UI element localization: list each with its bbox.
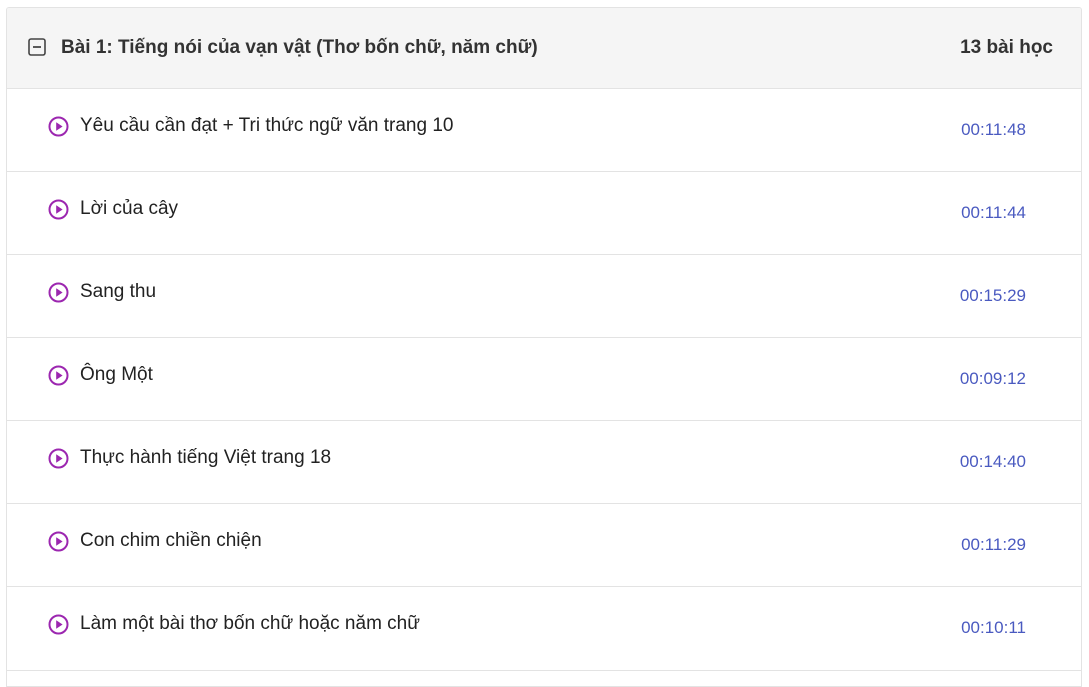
lesson-title[interactable]: Làm một bài thơ bốn chữ hoặc năm chữ — [80, 612, 420, 636]
play-circle-icon — [48, 116, 69, 137]
lesson-title[interactable]: Con chim chiền chiện — [80, 529, 262, 553]
section-header[interactable]: Bài 1: Tiếng nói của vạn vật (Thơ bốn ch… — [7, 8, 1081, 89]
lesson-count: 13 bài học — [960, 37, 1053, 58]
lesson-row[interactable]: Ông Một 00:09:12 — [7, 338, 1081, 421]
lesson-row[interactable]: Yêu cầu cần đạt + Tri thức ngữ văn trang… — [7, 89, 1081, 172]
play-circle-icon — [48, 614, 69, 635]
lesson-title[interactable]: Thực hành tiếng Việt trang 18 — [80, 446, 331, 470]
lesson-title[interactable]: Ông Một — [80, 363, 153, 387]
lesson-row[interactable]: Lời của cây 00:11:44 — [7, 172, 1081, 255]
lesson-row[interactable]: Sang thu 00:15:29 — [7, 255, 1081, 338]
section-title: Bài 1: Tiếng nói của vạn vật (Thơ bốn ch… — [61, 37, 538, 58]
play-circle-icon — [48, 365, 69, 386]
lesson-row[interactable]: Con chim chiền chiện 00:11:29 — [7, 504, 1081, 587]
play-circle-icon — [48, 282, 69, 303]
play-circle-icon — [48, 199, 69, 220]
lesson-duration: 00:15:29 — [959, 286, 1026, 305]
lesson-duration: 00:11:44 — [961, 203, 1026, 222]
lesson-row[interactable]: Làm một bài thơ bốn chữ hoặc năm chữ 00:… — [7, 587, 1081, 671]
lesson-title[interactable]: Yêu cầu cần đạt + Tri thức ngữ văn trang… — [80, 114, 453, 138]
lesson-title[interactable]: Lời của cây — [80, 197, 178, 221]
play-circle-icon — [48, 448, 69, 469]
lesson-duration: 00:11:29 — [961, 535, 1026, 554]
lesson-title[interactable]: Sang thu — [80, 280, 156, 304]
collapse-minus-square-icon[interactable] — [28, 38, 46, 56]
play-circle-icon — [48, 531, 69, 552]
lesson-duration: 00:14:40 — [959, 452, 1026, 471]
course-section-accordion: Bài 1: Tiếng nói của vạn vật (Thơ bốn ch… — [6, 7, 1082, 687]
lesson-duration: 00:10:11 — [961, 618, 1026, 637]
lesson-duration: 00:09:12 — [959, 369, 1026, 388]
lesson-row[interactable]: Thực hành tiếng Việt trang 18 00:14:40 — [7, 421, 1081, 504]
lesson-duration: 00:11:48 — [961, 120, 1026, 139]
